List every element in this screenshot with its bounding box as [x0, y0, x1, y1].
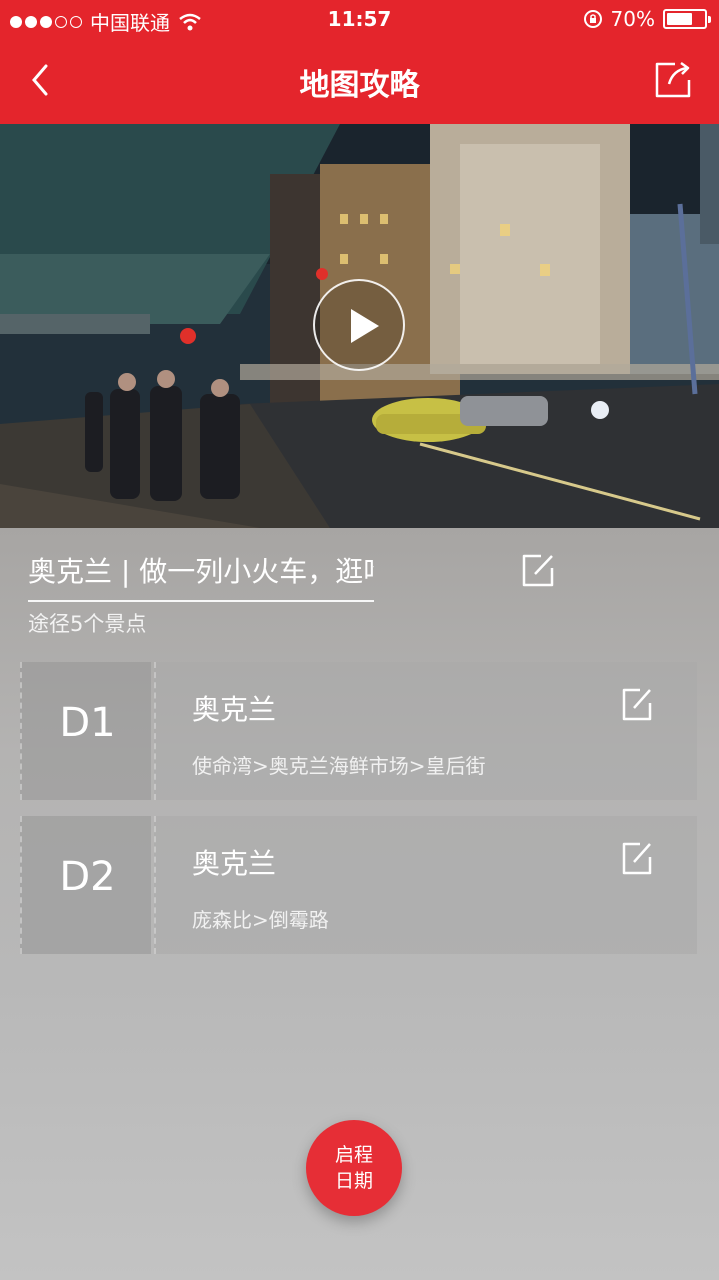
status-bar: 中国联通 11:57 70%	[0, 0, 719, 40]
trip-title[interactable]: 奥克兰 | 做一列小火车，逛吃逛吃	[28, 550, 374, 602]
battery-percent: 70%	[610, 7, 655, 31]
day-detail: 奥克兰 使命湾>奥克兰海鲜市场>皇后街	[154, 662, 697, 800]
nav-bar: 地图攻略	[0, 40, 719, 124]
day-tab: D2	[20, 816, 151, 954]
start-date-line2: 日期	[334, 1170, 373, 1192]
day-city: 奥克兰	[192, 693, 277, 726]
day-detail: 奥克兰 庞森比>倒霉路	[154, 816, 697, 954]
rotation-lock-icon	[583, 10, 602, 28]
share-icon[interactable]	[653, 60, 693, 100]
battery-icon	[663, 9, 711, 29]
edit-day-icon[interactable]	[621, 840, 653, 876]
top-bar: 中国联通 11:57 70% 地图攻略	[0, 0, 719, 124]
day-route: 使命湾>奥克兰海鲜市场>皇后街	[192, 754, 486, 778]
video-cover[interactable]	[0, 124, 719, 528]
day-card-d1[interactable]: D1 奥克兰 使命湾>奥克兰海鲜市场>皇后街	[20, 662, 697, 800]
day-tab: D1	[20, 662, 151, 800]
edit-title-icon[interactable]	[521, 552, 555, 588]
day-label: D1	[59, 700, 116, 746]
edit-day-icon[interactable]	[621, 686, 653, 722]
page-title: 地图攻略	[299, 68, 420, 103]
start-date-button[interactable]: 启程 日期	[306, 1120, 402, 1216]
trip-subtitle: 途径5个景点	[28, 612, 147, 636]
day-card-d2[interactable]: D2 奥克兰 庞森比>倒霉路	[20, 816, 697, 954]
play-icon[interactable]	[313, 279, 405, 371]
day-city: 奥克兰	[192, 847, 277, 880]
day-label: D2	[59, 854, 116, 900]
battery-fill	[667, 13, 693, 25]
start-date-line1: 启程	[334, 1144, 373, 1166]
day-route: 庞森比>倒霉路	[192, 908, 329, 932]
